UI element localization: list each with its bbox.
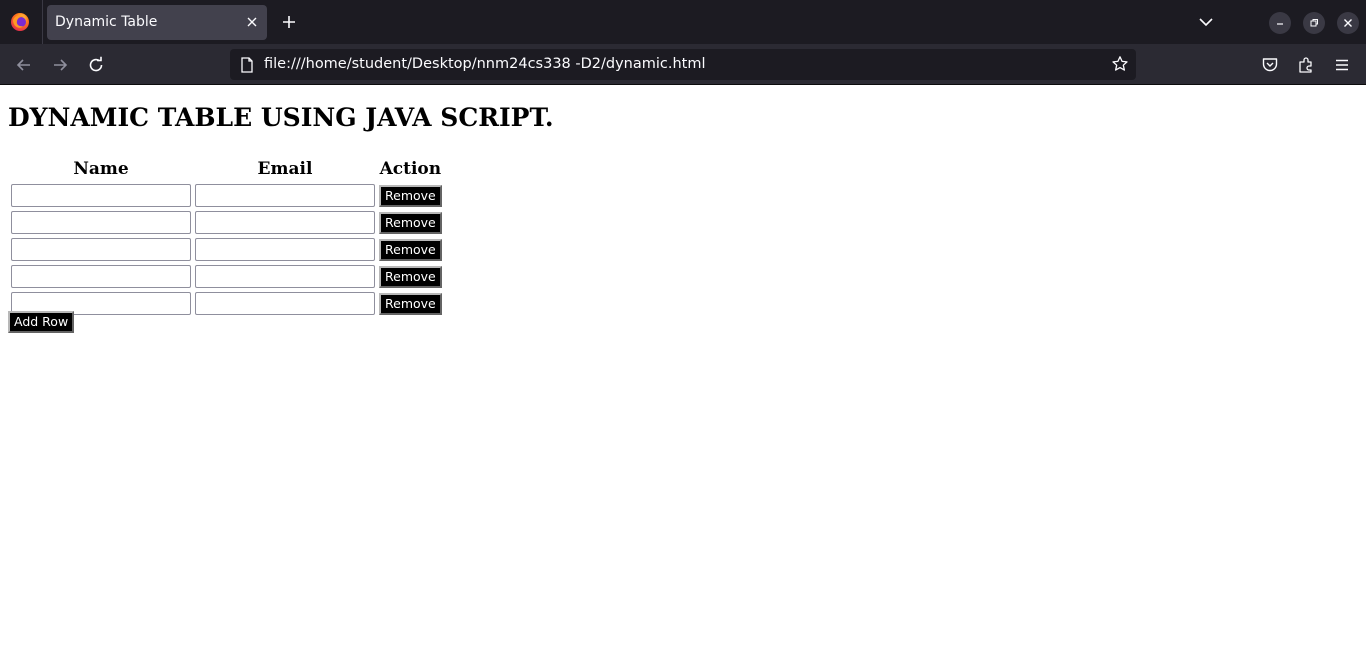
navigation-toolbar: file:///home/student/Desktop/nnm24cs338 …: [0, 44, 1366, 85]
remove-button[interactable]: Remove: [379, 265, 442, 288]
pocket-icon[interactable]: [1261, 56, 1279, 74]
url-text: file:///home/student/Desktop/nnm24cs338 …: [264, 56, 706, 72]
window-close-button[interactable]: [1337, 12, 1359, 34]
email-input[interactable]: [195, 211, 375, 234]
dynamic-table: Name Email Action Remove Remove Remove R…: [8, 156, 445, 318]
tab-divider: [42, 0, 43, 44]
table-row: Remove: [10, 183, 443, 208]
email-input[interactable]: [195, 238, 375, 261]
minimize-icon: [1277, 23, 1283, 25]
email-input[interactable]: [195, 265, 375, 288]
email-input[interactable]: [195, 292, 375, 315]
page-content: DYNAMIC TABLE USING JAVA SCRIPT. Name Em…: [0, 86, 1366, 650]
hamburger-menu-icon[interactable]: [1333, 56, 1351, 74]
name-input[interactable]: [11, 184, 191, 207]
close-icon: [1344, 19, 1352, 27]
back-arrow-icon[interactable]: [15, 56, 33, 74]
tab-dynamic-table[interactable]: Dynamic Table: [47, 5, 267, 40]
restore-button[interactable]: [1303, 12, 1325, 34]
column-header-email: Email: [257, 159, 313, 179]
name-input[interactable]: [11, 211, 191, 234]
plus-icon[interactable]: [281, 14, 297, 30]
remove-button[interactable]: Remove: [379, 292, 442, 315]
add-row-button[interactable]: Add Row: [8, 311, 75, 333]
extensions-icon[interactable]: [1297, 56, 1315, 74]
bookmark-star-icon[interactable]: [1111, 55, 1129, 73]
table-header-row: Name Email Action: [10, 158, 443, 181]
restore-icon: [1310, 19, 1318, 27]
table-row: Remove: [10, 264, 443, 289]
forward-arrow-icon[interactable]: [51, 56, 69, 74]
column-header-name: Name: [73, 159, 129, 179]
email-input[interactable]: [195, 184, 375, 207]
name-input[interactable]: [11, 238, 191, 261]
remove-button[interactable]: Remove: [379, 211, 442, 234]
table-row: Remove: [10, 210, 443, 235]
column-header-action: Action: [379, 159, 442, 179]
close-icon[interactable]: [245, 15, 259, 29]
firefox-logo-icon[interactable]: [10, 12, 30, 32]
chevron-down-icon[interactable]: [1198, 15, 1214, 29]
tab-title: Dynamic Table: [55, 14, 158, 30]
remove-button[interactable]: Remove: [379, 238, 442, 261]
table-row: Remove: [10, 291, 443, 316]
page-icon: [241, 57, 253, 73]
browser-titlebar: Dynamic Table: [0, 0, 1366, 44]
table-row: Remove: [10, 237, 443, 262]
page-heading: DYNAMIC TABLE USING JAVA SCRIPT.: [8, 103, 554, 132]
name-input[interactable]: [11, 265, 191, 288]
minimize-button[interactable]: [1269, 12, 1291, 34]
remove-button[interactable]: Remove: [379, 184, 442, 207]
reload-icon[interactable]: [87, 56, 105, 74]
url-bar[interactable]: file:///home/student/Desktop/nnm24cs338 …: [230, 49, 1136, 80]
